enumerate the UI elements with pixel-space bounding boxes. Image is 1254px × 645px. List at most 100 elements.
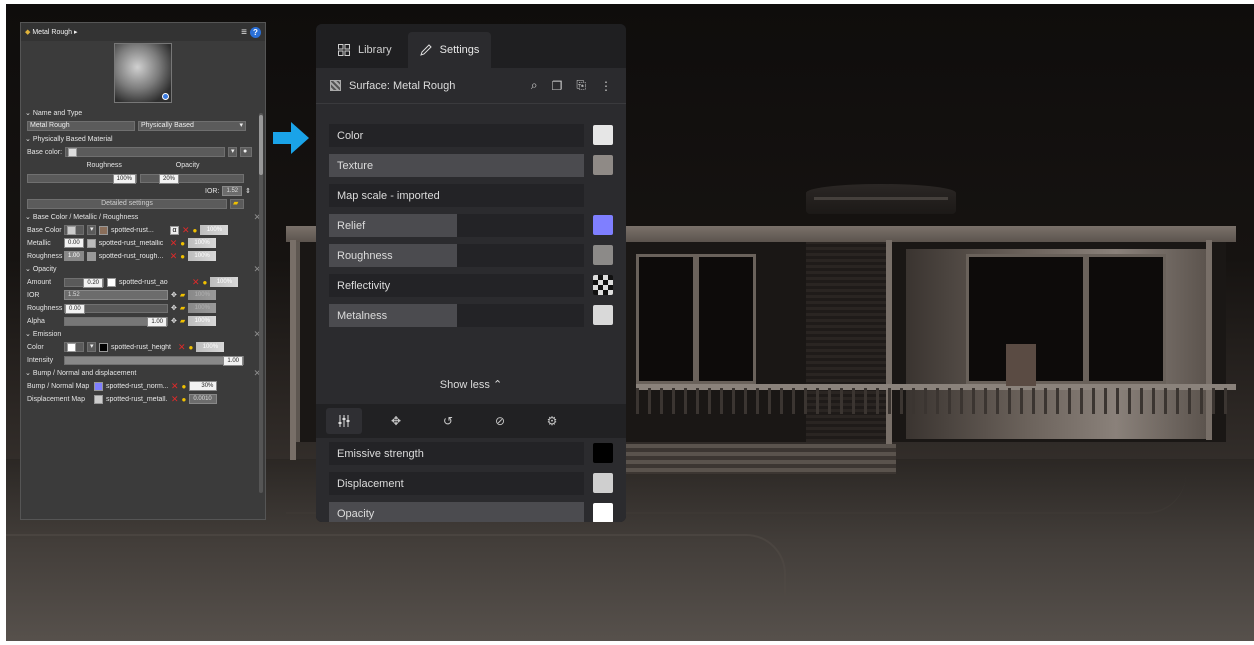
remove-icon[interactable]: ✕ — [171, 394, 179, 405]
alpha-icon[interactable]: α — [170, 225, 179, 235]
property-label: Roughness — [337, 249, 393, 262]
property-opacity[interactable]: Opacity — [329, 502, 613, 522]
property-swatch[interactable] — [593, 245, 613, 265]
folder-icon[interactable]: ▰ — [180, 291, 185, 299]
remove-icon[interactable]: ✕ — [178, 342, 186, 353]
property-swatch[interactable] — [593, 215, 613, 235]
section-bump[interactable]: ⌄ Bump / Normal and displacement ✕ — [21, 367, 265, 379]
section-name-type[interactable]: ⌄ Name and Type — [21, 107, 265, 119]
show-less-button[interactable]: Show less ⌃ — [316, 378, 626, 391]
property-swatch[interactable] — [593, 473, 613, 493]
section-pbm[interactable]: ⌄ Physically Based Material — [21, 133, 265, 145]
property-color[interactable]: Color — [329, 124, 613, 147]
property-reflectivity[interactable]: Reflectivity — [329, 274, 613, 297]
panel-scrollbar-thumb[interactable] — [259, 115, 263, 175]
panel-tabs: Library Settings — [316, 24, 626, 68]
emission-swatch[interactable] — [64, 342, 84, 352]
bulb-icon[interactable]: ● — [182, 382, 187, 391]
more-options-icon[interactable]: ⋮ — [600, 79, 612, 93]
property-swatch[interactable] — [593, 503, 613, 522]
property-swatch[interactable] — [593, 155, 613, 175]
property-metalness[interactable]: Metalness — [329, 304, 613, 327]
basecolor-swatch[interactable] — [64, 225, 84, 235]
material-name-title[interactable]: ◆ Metal Rough ▸ — [25, 28, 78, 36]
bump-row-displacement: Displacement Map spotted-rust_metall... … — [21, 393, 265, 405]
menu-icon[interactable]: ≡ — [241, 27, 247, 38]
stepper-icon[interactable]: ⇕ — [245, 187, 251, 195]
property-texture[interactable]: Texture — [329, 154, 613, 177]
move-icon[interactable]: ✥ — [171, 291, 177, 299]
tab-gear-icon[interactable]: ⚙ — [534, 408, 570, 434]
material-type-select[interactable]: Physically Based ▾ — [138, 121, 246, 131]
material-preview-thumbnail[interactable] — [114, 43, 172, 103]
balcony-balusters — [636, 388, 1236, 414]
tab-transform-icon[interactable]: ✥ — [378, 408, 414, 434]
copy-icon[interactable]: ❐ — [552, 79, 563, 93]
bulb-icon[interactable]: ● — [193, 226, 198, 235]
section-opacity[interactable]: ⌄ Opacity ✕ — [21, 263, 265, 275]
material-name-field[interactable]: Metal Rough — [27, 121, 135, 131]
base-color-field[interactable] — [65, 147, 226, 157]
tab-settings[interactable]: Settings — [407, 32, 492, 68]
roughness-slider[interactable]: 100% — [27, 173, 137, 184]
property-roughness[interactable]: Roughness — [329, 244, 613, 267]
alpha-slider[interactable]: 1.00 — [64, 316, 168, 327]
detailed-settings-select[interactable]: Detailed settings — [27, 199, 227, 209]
building-door — [1006, 344, 1036, 386]
property-relief[interactable]: Relief — [329, 214, 613, 237]
folder-icon[interactable]: ▰ — [230, 199, 244, 209]
opacity-slider[interactable]: 20% — [140, 173, 244, 184]
property-swatch[interactable] — [593, 125, 613, 145]
property-track[interactable] — [329, 124, 584, 147]
road-curb — [6, 534, 786, 604]
property-swatch[interactable] — [593, 443, 613, 463]
checker-swatch-icon — [68, 148, 78, 157]
texture-thumb — [99, 225, 108, 235]
building-pillar — [886, 240, 892, 450]
surface-title: Surface: Metal Rough — [349, 79, 456, 92]
pencil-icon — [419, 44, 432, 56]
move-icon[interactable]: ✥ — [171, 304, 177, 312]
remove-icon[interactable]: ✕ — [192, 277, 200, 288]
intensity-slider[interactable]: 1.00 — [64, 355, 244, 366]
base-color-dropdown[interactable]: ▾ — [228, 147, 238, 157]
move-icon[interactable]: ✥ — [171, 317, 177, 325]
building-pillar — [290, 240, 296, 460]
tab-library[interactable]: Library — [326, 32, 404, 68]
section-emission[interactable]: ⌄ Emission ✕ — [21, 328, 265, 340]
bulb-icon[interactable]: ● — [182, 395, 187, 404]
folder-icon[interactable]: ▰ — [180, 317, 185, 325]
property-track[interactable] — [329, 214, 584, 237]
bulb-icon[interactable]: ● — [203, 278, 208, 287]
ior-input[interactable]: 1.52 — [222, 186, 243, 196]
bulb-icon[interactable]: ● — [189, 343, 194, 352]
dropdown-arrow-icon[interactable]: ▾ — [87, 342, 96, 352]
property-swatch[interactable] — [593, 305, 613, 325]
amount-slider[interactable]: 0.20 — [64, 277, 104, 288]
chevron-down-icon: ⌄ — [25, 331, 31, 338]
property-displacement[interactable]: Displacement — [329, 472, 613, 495]
property-label: Texture — [337, 159, 374, 172]
property-emissive-strength[interactable]: Emissive strength — [329, 442, 613, 465]
section-base-cmr[interactable]: ⌄ Base Color / Metallic / Roughness ✕ — [21, 211, 265, 223]
property-map-scale-imported[interactable]: Map scale - imported — [329, 184, 613, 207]
tab-history-icon[interactable]: ↺ — [430, 408, 466, 434]
dropdown-arrow-icon[interactable]: ▾ — [87, 225, 96, 235]
folder-icon[interactable]: ▰ — [180, 304, 185, 312]
remove-icon[interactable]: ✕ — [171, 381, 179, 392]
paste-icon[interactable]: ⎘ — [576, 78, 586, 93]
bulb-icon[interactable]: ● — [180, 239, 185, 248]
remove-icon[interactable]: ✕ — [182, 225, 190, 236]
remove-icon[interactable]: ✕ — [170, 238, 178, 249]
help-icon[interactable]: ? — [250, 26, 261, 38]
building-window — [636, 254, 696, 384]
property-label: Metalness — [337, 309, 388, 322]
property-swatch[interactable] — [593, 275, 613, 295]
remove-icon[interactable]: ✕ — [170, 251, 178, 262]
color-picker-icon[interactable]: ● — [240, 147, 253, 157]
bulb-icon[interactable]: ● — [180, 252, 185, 261]
tab-adjustments-icon[interactable] — [326, 408, 362, 434]
tab-leaf-icon[interactable]: ⊘ — [482, 408, 518, 434]
pick-material-icon[interactable]: ⌕ — [531, 78, 538, 93]
opacity-roughness-slider[interactable]: 0.00 — [64, 303, 168, 314]
